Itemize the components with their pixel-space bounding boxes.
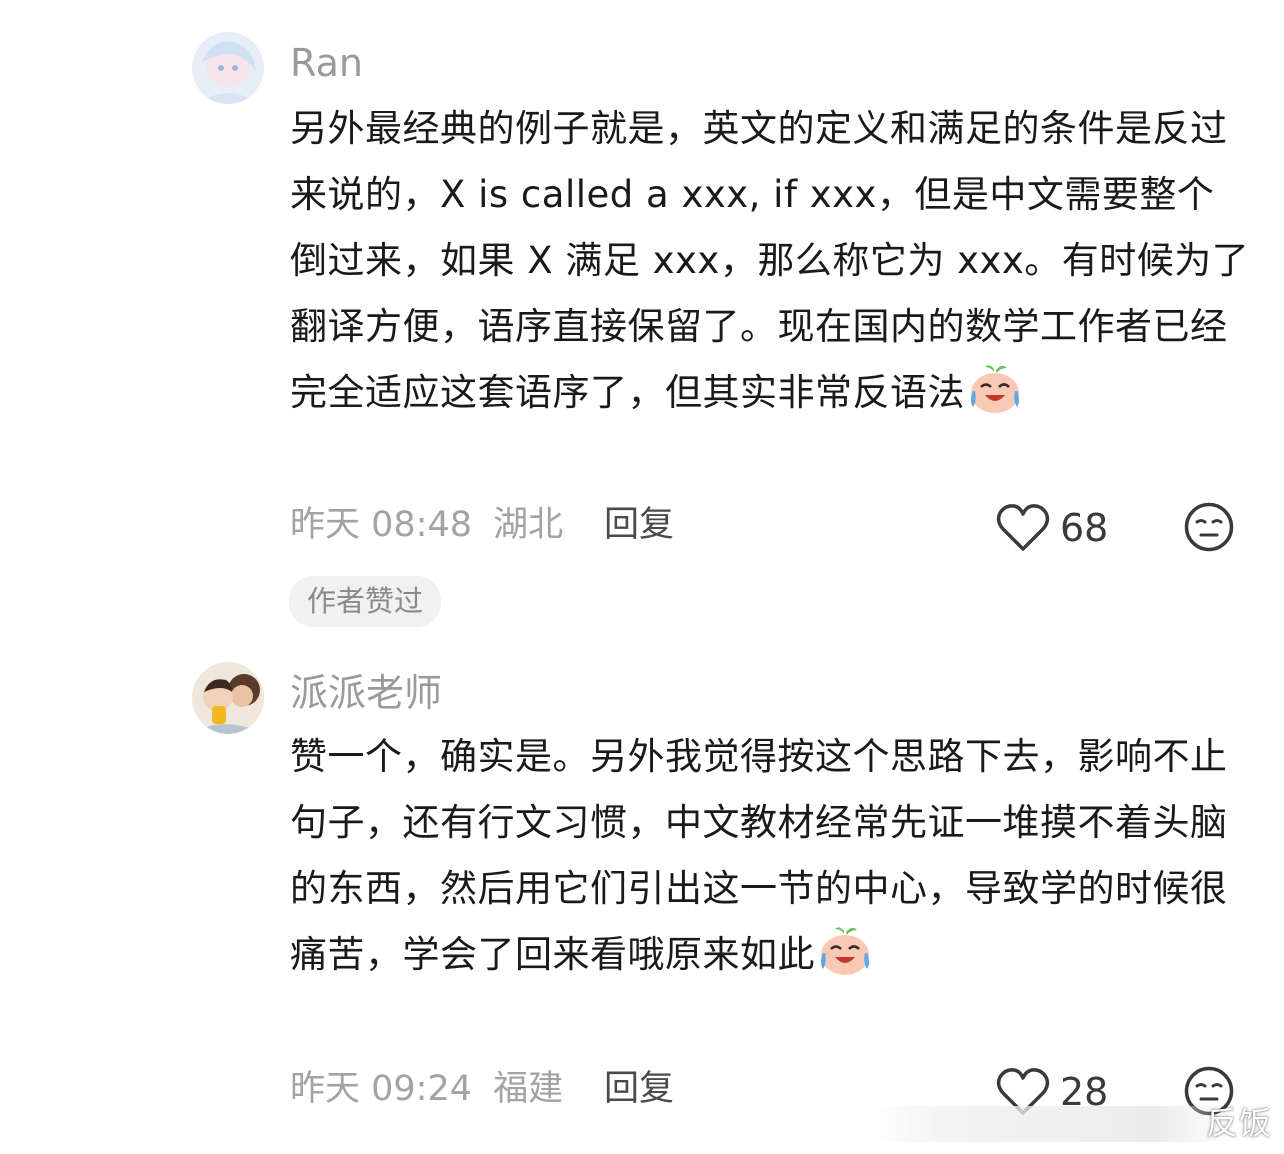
comment-text: 赞一个，确实是。另外我觉得按这个思路下去，影响不止句子，还有行文习惯，中文教材经… — [290, 724, 1250, 988]
username[interactable]: 派派老师 — [290, 674, 442, 712]
avatar[interactable] — [192, 32, 264, 104]
like-button[interactable]: 68 — [996, 503, 1108, 553]
comment-meta: 昨天 08:48 湖北 — [290, 508, 573, 543]
avatar[interactable] — [192, 662, 264, 734]
watermark-strip — [870, 1106, 1230, 1142]
author-liked-badge: 作者赞过 — [289, 576, 442, 627]
comment-time: 昨天 08:48 — [290, 505, 472, 545]
comment-text: 另外最经典的例子就是，英文的定义和满足的条件是反过来说的，X is called… — [290, 96, 1250, 426]
reaction-button[interactable] — [1184, 502, 1234, 556]
comment-text-content: 另外最经典的例子就是，英文的定义和满足的条件是反过来说的，X is called… — [290, 107, 1250, 414]
laugh-cry-peach-emoji — [971, 365, 1019, 413]
reply-button[interactable]: 回复 — [604, 508, 674, 543]
heart-outline-icon — [996, 504, 1050, 551]
meh-face-icon — [1184, 502, 1234, 552]
reply-button[interactable]: 回复 — [604, 1072, 674, 1107]
comment-text-content: 赞一个，确实是。另外我觉得按这个思路下去，影响不止句子，还有行文习惯，中文教材经… — [290, 735, 1228, 976]
comment-location: 湖北 — [493, 505, 564, 545]
like-count: 68 — [1060, 506, 1109, 550]
laugh-cry-peach-emoji — [821, 927, 869, 975]
comment-time: 昨天 09:24 — [290, 1069, 472, 1109]
username[interactable]: Ran — [290, 44, 363, 82]
comment-location: 福建 — [493, 1069, 564, 1109]
watermark: 反饭 — [1205, 1104, 1272, 1142]
comment-meta: 昨天 09:24 福建 — [290, 1072, 573, 1107]
